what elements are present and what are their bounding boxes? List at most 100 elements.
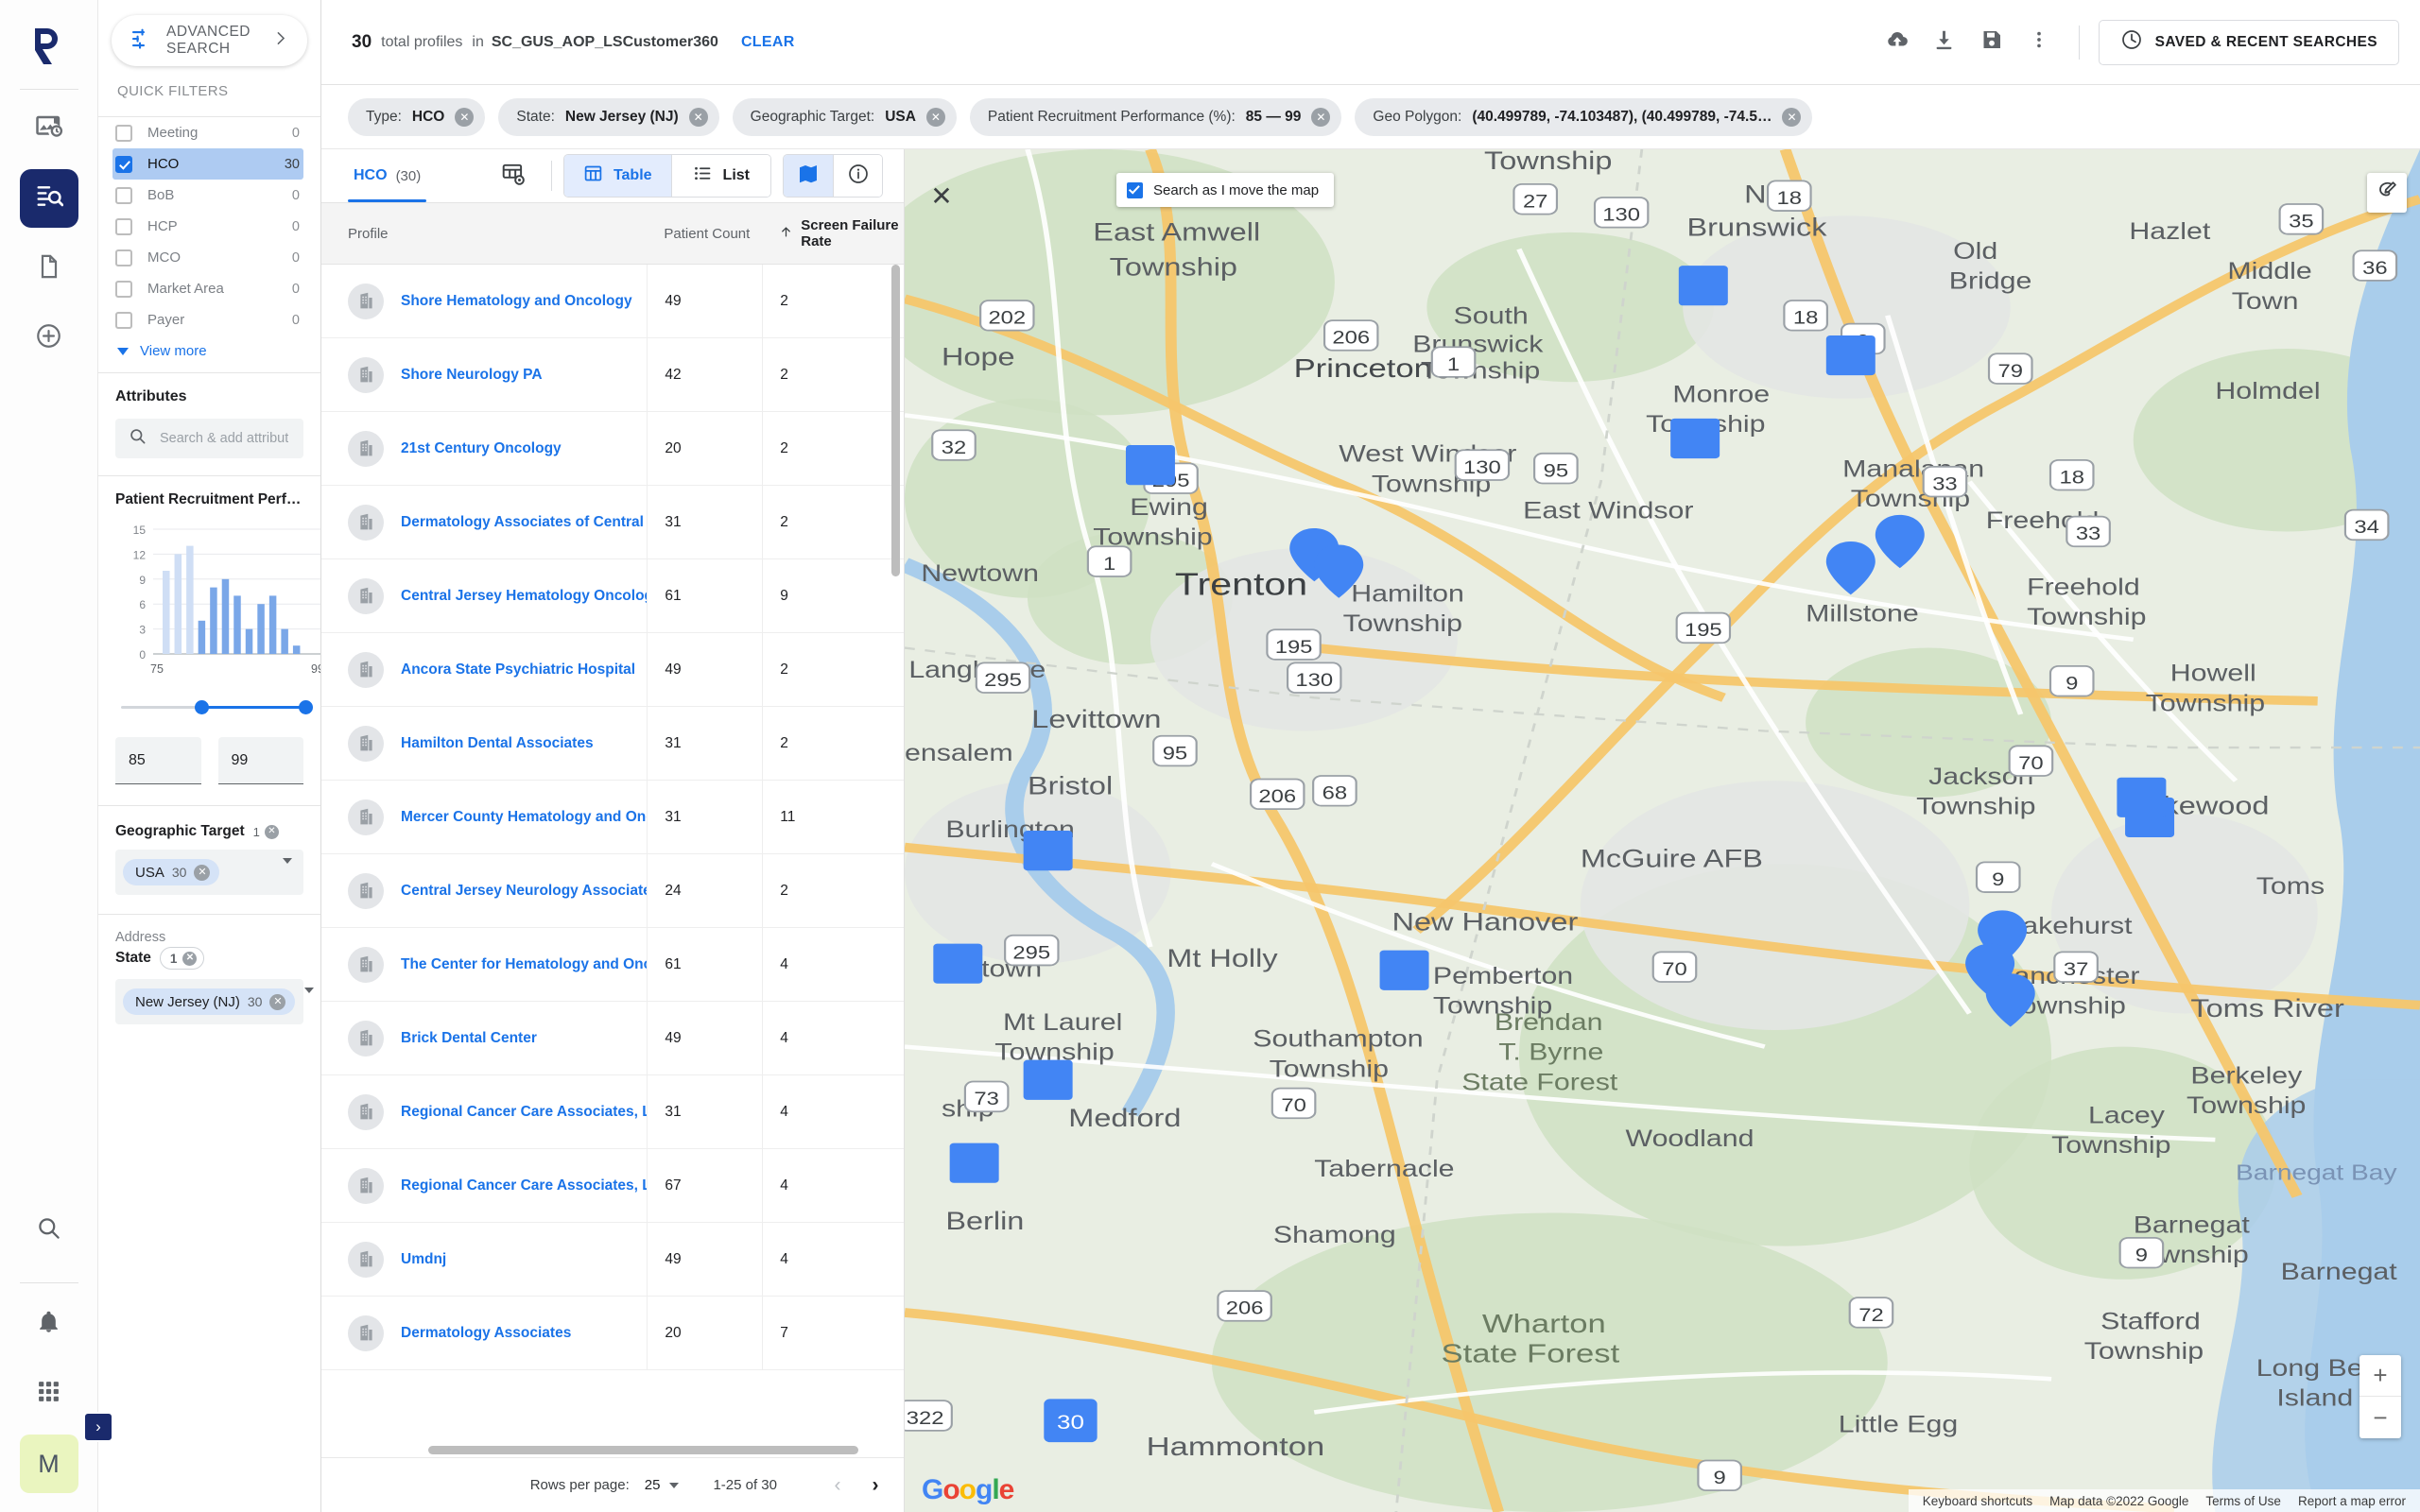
slider-knob-min[interactable] [195, 700, 210, 714]
prp-max-input[interactable]: 99 [217, 737, 303, 784]
map-panel[interactable]: East AmwellTownshipTownshipNewBrunswickO… [905, 149, 2420, 1512]
map-attribution-item[interactable]: Terms of Use [2197, 1494, 2290, 1508]
search-as-move-toggle[interactable]: Search as I move the map [1116, 173, 1335, 207]
remove-chip-icon[interactable]: ✕ [688, 107, 708, 127]
column-header-patient-count[interactable]: Patient Count [647, 226, 762, 242]
advanced-search-button[interactable]: ADVANCED SEARCH [112, 15, 307, 66]
toggle-info-button[interactable] [833, 155, 882, 197]
profile-link[interactable]: Hamilton Dental Associates [401, 735, 594, 752]
table-row[interactable]: Central Jersey Neurology Associates 24 2 [321, 854, 904, 928]
notifications-button[interactable] [20, 1295, 78, 1353]
table-row[interactable]: Dermatology Associates 20 7 [321, 1297, 904, 1370]
profile-link[interactable]: Umdnj [401, 1251, 446, 1268]
filter-scroll-area[interactable]: Entity Types Meeting0HCO30BoB0HCP0MCO0Ma… [98, 117, 320, 1512]
close-map-button[interactable]: ✕ [925, 180, 958, 212]
sidebar-item-insights[interactable] [20, 99, 78, 158]
map-attribution-item[interactable]: Keyboard shortcuts [1914, 1494, 2041, 1508]
zoom-out-button[interactable]: − [2360, 1397, 2401, 1438]
table-row[interactable]: Ancora State Psychiatric Hospital 49 2 [321, 633, 904, 707]
profile-link[interactable]: Mercer County Hematology and Oncology,PC [401, 809, 647, 826]
previous-page-button[interactable]: ‹ [819, 1467, 856, 1504]
table-row[interactable]: Dermatology Associates of Central New Je… [321, 486, 904, 559]
profile-link[interactable]: Ancora State Psychiatric Hospital [401, 662, 635, 679]
remove-chip-icon[interactable]: ✕ [455, 107, 475, 127]
table-row[interactable]: Regional Cancer Care Associates, LLC 67 4 [321, 1149, 904, 1223]
remove-chip-icon[interactable]: ✕ [925, 107, 945, 127]
entity-type-row-hco[interactable]: HCO 30 [112, 148, 303, 180]
slider-knob-max[interactable] [299, 700, 313, 714]
search-button[interactable] [20, 1201, 78, 1260]
more-options-button[interactable] [2018, 22, 2060, 63]
sidebar-item-profile-search[interactable] [19, 169, 78, 228]
geo-pill-usa[interactable]: USA 30 ✕ [123, 859, 220, 885]
table-row[interactable]: The Center for Hematology and Oncology61… [321, 928, 904, 1002]
entity-type-row-meeting[interactable]: Meeting 0 [115, 117, 303, 148]
cloud-upload-button[interactable] [1876, 22, 1918, 63]
download-button[interactable] [1924, 22, 1965, 63]
saved-recent-searches-button[interactable]: SAVED & RECENT SEARCHES [2098, 19, 2399, 65]
clear-geographic-target-icon[interactable]: ✕ [264, 824, 279, 839]
table-rows[interactable]: Shore Hematology and Oncology 49 2 Shore Ne… [321, 265, 904, 1446]
table-row[interactable]: Central Jersey Hematology Oncology Assoc… [321, 559, 904, 633]
table-row[interactable]: 21st Century Oncology 20 2 [321, 412, 904, 486]
column-header-screen-failure-rate[interactable]: Screen Failure Rate [762, 217, 904, 249]
table-row[interactable]: Umdnj 49 4 [321, 1223, 904, 1297]
profile-link[interactable]: Dermatology Associates [401, 1325, 571, 1342]
filter-chip-0[interactable]: Type: HCO ✕ [348, 97, 486, 136]
profile-link[interactable]: Central Jersey Neurology Associates [401, 883, 647, 900]
attributes-search-input[interactable] [158, 430, 290, 447]
clear-state-icon[interactable]: ✕ [182, 951, 198, 966]
entity-type-checkbox[interactable] [115, 311, 132, 329]
profile-link[interactable]: Shore Hematology and Oncology [401, 293, 632, 310]
map-attribution-item[interactable]: Map data ©2022 Google [2041, 1494, 2197, 1508]
prp-min-input[interactable]: 85 [115, 737, 201, 784]
remove-chip-icon[interactable]: ✕ [1782, 107, 1802, 127]
remove-geo-pill-icon[interactable]: ✕ [194, 864, 211, 881]
table-horizontal-scrollbar[interactable] [428, 1446, 858, 1454]
filter-chip-2[interactable]: Geographic Target: USA ✕ [732, 97, 957, 136]
profile-link[interactable]: Shore Neurology PA [401, 367, 543, 384]
remove-chip-icon[interactable]: ✕ [1311, 107, 1331, 127]
draw-polygon-button[interactable] [2367, 173, 2407, 213]
tab-table[interactable]: Table [563, 155, 671, 197]
entity-type-row-payer[interactable]: Payer 0 [115, 304, 303, 335]
entity-type-checkbox[interactable] [115, 280, 132, 298]
profile-link[interactable]: Brick Dental Center [401, 1030, 537, 1047]
entity-type-row-bob[interactable]: BoB 0 [115, 180, 303, 211]
entity-type-checkbox[interactable] [115, 249, 132, 266]
tab-list[interactable]: List [670, 155, 770, 197]
filter-chip-3[interactable]: Patient Recruitment Performance (%): 85 —… [969, 97, 1342, 136]
table-row[interactable]: Hamilton Dental Associates 31 2 [321, 707, 904, 781]
zoom-in-button[interactable]: + [2360, 1355, 2401, 1397]
table-row[interactable]: Regional Cancer Care Associates, LLC 31 4 [321, 1075, 904, 1149]
geo-dropdown-toggle[interactable] [279, 858, 296, 881]
column-header-profile[interactable]: Profile [321, 226, 647, 242]
tab-hco[interactable]: HCO (30) [348, 149, 427, 202]
table-row[interactable]: Brick Dental Center 49 4 [321, 1002, 904, 1075]
profile-link[interactable]: The Center for Hematology and Oncology [401, 956, 647, 973]
state-select[interactable]: New Jersey (NJ) 30 ✕ [115, 979, 315, 1024]
filter-chip-4[interactable]: Geo Polygon: (40.499789, -74.103487), (40… [1355, 97, 1813, 136]
profile-link[interactable]: Dermatology Associates of Central New Je… [401, 514, 647, 531]
remove-state-pill-icon[interactable]: ✕ [269, 993, 286, 1010]
sidebar-item-reports[interactable] [20, 239, 78, 298]
attributes-search[interactable] [115, 419, 303, 458]
rows-per-page-select[interactable]: 25 [645, 1477, 680, 1493]
entity-type-checkbox[interactable] [115, 124, 132, 142]
sidebar-item-add[interactable] [20, 309, 78, 368]
table-row[interactable]: Mercer County Hematology and Oncology,PC… [321, 781, 904, 854]
geographic-target-select[interactable]: USA 30 ✕ [115, 850, 303, 895]
state-pill-nj[interactable]: New Jersey (NJ) 30 ✕ [123, 988, 296, 1015]
entity-type-row-mco[interactable]: MCO 0 [115, 242, 303, 273]
filter-chip-1[interactable]: State: New Jersey (NJ) ✕ [498, 97, 719, 136]
save-button[interactable] [1971, 22, 2013, 63]
profile-link[interactable]: Regional Cancer Care Associates, LLC [401, 1177, 647, 1194]
table-vertical-scrollbar[interactable] [891, 265, 900, 576]
search-as-move-checkbox[interactable] [1127, 181, 1143, 198]
expand-sidebar-button[interactable]: › [83, 1412, 113, 1442]
toggle-map-button[interactable] [784, 155, 833, 197]
clear-button[interactable]: CLEAR [741, 34, 795, 51]
entity-type-checkbox[interactable] [115, 155, 132, 173]
view-more-button[interactable]: View more [115, 335, 303, 372]
profile-link[interactable]: 21st Century Oncology [401, 440, 562, 457]
